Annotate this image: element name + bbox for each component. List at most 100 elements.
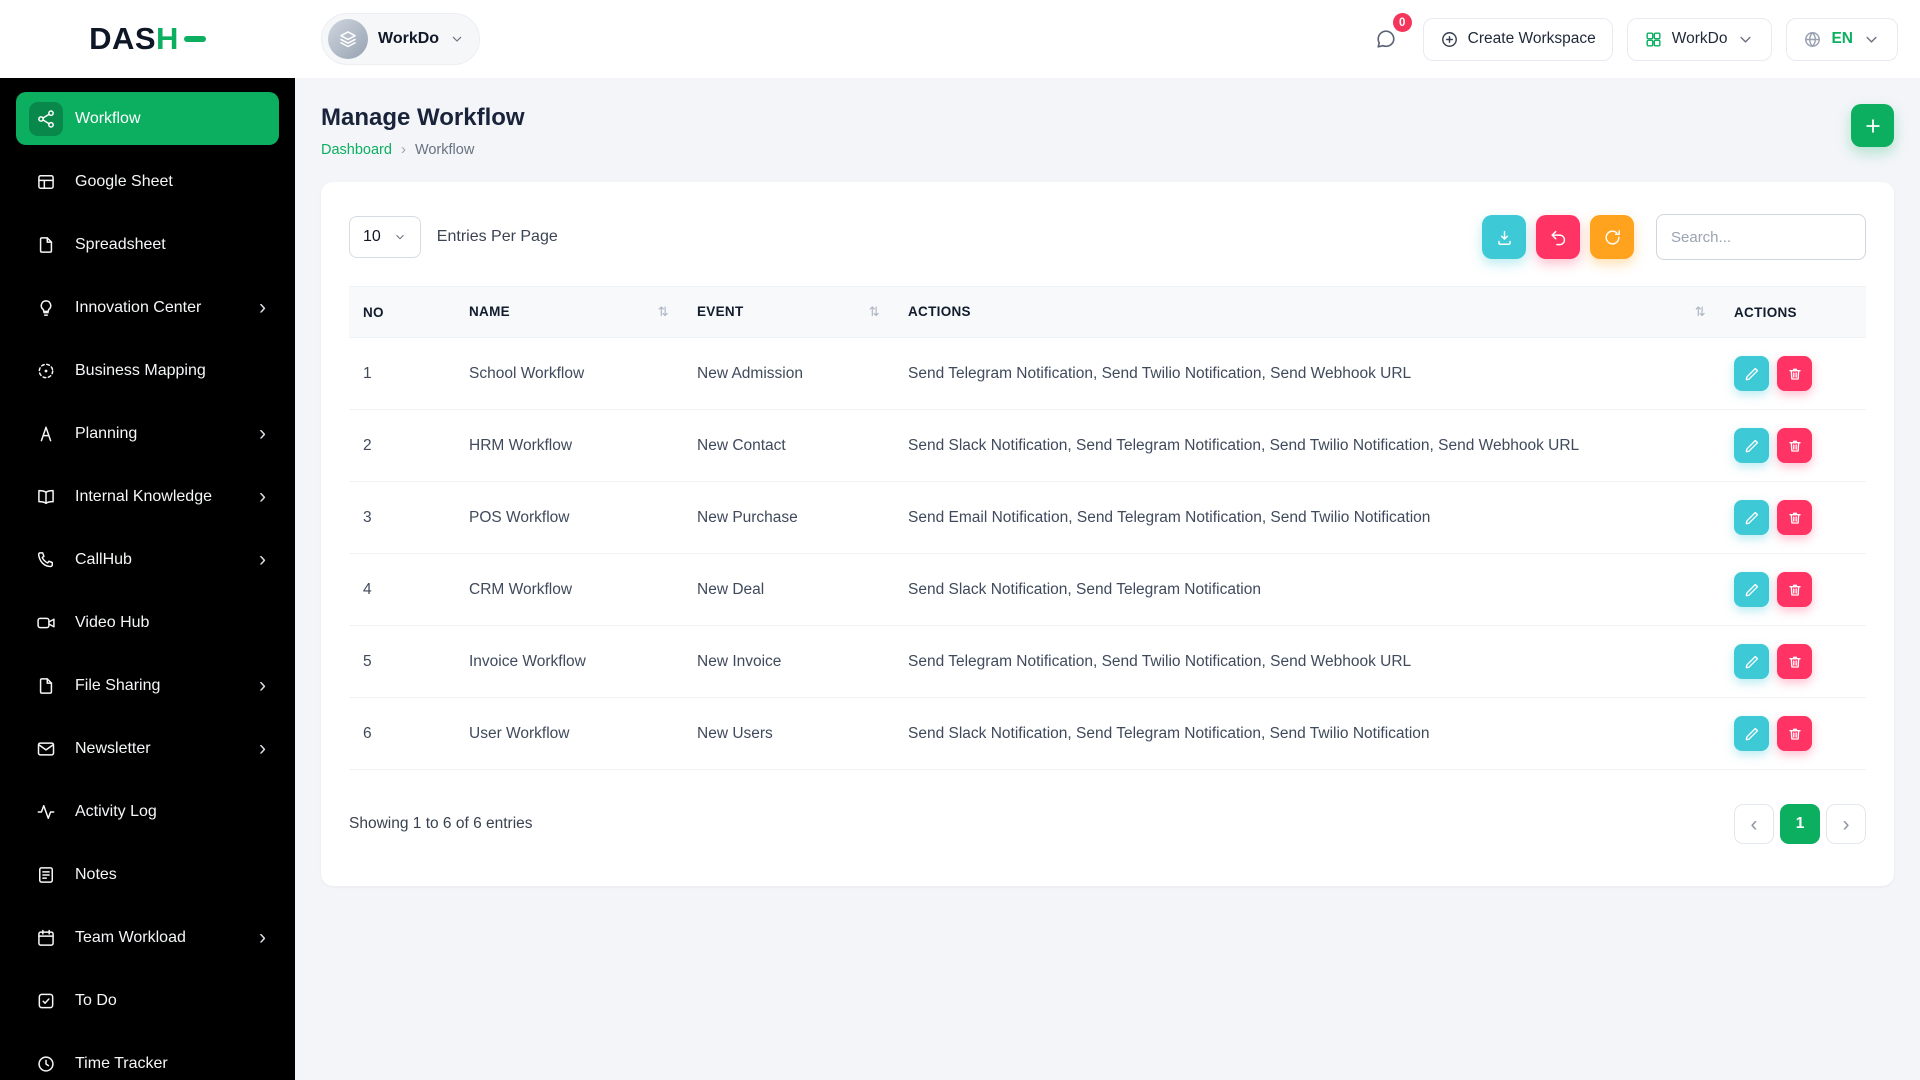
delete-button[interactable] xyxy=(1777,428,1812,463)
sidebar-item-notes[interactable]: Notes xyxy=(16,848,279,901)
delete-button[interactable] xyxy=(1777,356,1812,391)
topbar-actions: 0 Create Workspace WorkDo EN xyxy=(1363,16,1920,62)
cell-no: 6 xyxy=(349,698,455,770)
cell-no: 5 xyxy=(349,626,455,698)
trash-icon xyxy=(1787,582,1803,598)
sidebar-item-team-workload[interactable]: Team Workload › xyxy=(16,911,279,964)
chat-icon xyxy=(1375,28,1397,50)
sidebar-item-to-do[interactable]: To Do xyxy=(16,974,279,1027)
sidebar-item-planning[interactable]: Planning › xyxy=(16,407,279,460)
sidebar-item-activity-log[interactable]: Activity Log xyxy=(16,785,279,838)
workspace-selector[interactable]: WorkDo xyxy=(321,13,480,65)
delete-button[interactable] xyxy=(1777,572,1812,607)
sidebar-item-google-sheet[interactable]: Google Sheet xyxy=(16,155,279,208)
breadcrumb-current: Workflow xyxy=(415,142,474,158)
refresh-button[interactable] xyxy=(1590,215,1634,259)
pagination-page-1[interactable]: 1 xyxy=(1780,804,1820,844)
messages-badge: 0 xyxy=(1393,13,1412,32)
calendar-icon xyxy=(29,921,63,955)
create-workflow-button[interactable] xyxy=(1851,104,1894,147)
cell-actions: Send Email Notification, Send Telegram N… xyxy=(894,482,1720,554)
sort-icon[interactable]: ⇅ xyxy=(658,304,669,320)
cell-actions: Send Telegram Notification, Send Twilio … xyxy=(894,338,1720,410)
table-header-row: NO NAME⇅ EVENT⇅ ACTIONS⇅ ACTIONS xyxy=(349,287,1866,338)
pencil-icon xyxy=(1744,654,1760,670)
messages-button[interactable]: 0 xyxy=(1363,16,1409,62)
logo-text-accent: H xyxy=(156,21,179,57)
chevron-down-icon xyxy=(393,230,407,244)
cell-event: New Admission xyxy=(683,338,894,410)
entries-per-page-select[interactable]: 10 xyxy=(349,216,421,258)
header-actions[interactable]: ACTIONS⇅ xyxy=(894,287,1720,338)
clock-icon xyxy=(29,1047,63,1080)
globe-icon xyxy=(1803,30,1822,49)
edit-button[interactable] xyxy=(1734,716,1769,751)
chevron-right-icon: › xyxy=(259,486,266,507)
brand-logo[interactable]: DASH xyxy=(0,21,295,57)
edit-button[interactable] xyxy=(1734,644,1769,679)
sort-icon[interactable]: ⇅ xyxy=(869,304,880,320)
sidebar-item-innovation-center[interactable]: Innovation Center › xyxy=(16,281,279,334)
sidebar-item-spreadsheet[interactable]: Spreadsheet xyxy=(16,218,279,271)
sidebar-item-internal-knowledge[interactable]: Internal Knowledge › xyxy=(16,470,279,523)
delete-button[interactable] xyxy=(1777,500,1812,535)
chevron-right-icon: › xyxy=(401,141,406,158)
sidebar-item-newsletter[interactable]: Newsletter › xyxy=(16,722,279,775)
chevron-right-icon: › xyxy=(259,738,266,759)
header-no[interactable]: NO xyxy=(349,287,455,338)
edit-button[interactable] xyxy=(1734,500,1769,535)
cell-row-actions xyxy=(1720,554,1866,626)
language-selector[interactable]: EN xyxy=(1786,18,1898,61)
video-camera-icon xyxy=(29,606,63,640)
envelope-icon xyxy=(29,732,63,766)
cell-event: New Deal xyxy=(683,554,894,626)
table-row: 5 Invoice Workflow New Invoice Send Tele… xyxy=(349,626,1866,698)
sidebar-item-file-sharing[interactable]: File Sharing › xyxy=(16,659,279,712)
sidebar-item-callhub[interactable]: CallHub › xyxy=(16,533,279,586)
edit-button[interactable] xyxy=(1734,428,1769,463)
search-input[interactable] xyxy=(1656,214,1866,260)
breadcrumb-dashboard-link[interactable]: Dashboard xyxy=(321,142,392,158)
header-name[interactable]: NAME⇅ xyxy=(455,287,683,338)
cell-event: New Users xyxy=(683,698,894,770)
account-menu[interactable]: WorkDo xyxy=(1627,18,1773,61)
create-workspace-button[interactable]: Create Workspace xyxy=(1423,18,1613,61)
delete-button[interactable] xyxy=(1777,644,1812,679)
cell-no: 2 xyxy=(349,410,455,482)
language-code: EN xyxy=(1831,30,1853,48)
pagination-prev-button[interactable]: ‹ xyxy=(1734,804,1774,844)
workflow-table: NO NAME⇅ EVENT⇅ ACTIONS⇅ ACTIONS 1 Schoo… xyxy=(349,286,1866,770)
entries-per-page-label: Entries Per Page xyxy=(437,228,558,246)
sidebar-item-business-mapping[interactable]: Business Mapping xyxy=(16,344,279,397)
main-content: Manage Workflow Dashboard › Workflow 10 … xyxy=(295,78,1920,1080)
cell-row-actions xyxy=(1720,410,1866,482)
lightbulb-icon xyxy=(29,291,63,325)
edit-button[interactable] xyxy=(1734,356,1769,391)
reset-button[interactable] xyxy=(1536,215,1580,259)
trash-icon xyxy=(1787,726,1803,742)
create-workspace-label: Create Workspace xyxy=(1468,30,1596,48)
cell-no: 4 xyxy=(349,554,455,626)
cell-actions: Send Slack Notification, Send Telegram N… xyxy=(894,554,1720,626)
export-button[interactable] xyxy=(1482,215,1526,259)
header-event[interactable]: EVENT⇅ xyxy=(683,287,894,338)
pagination-next-button[interactable]: › xyxy=(1826,804,1866,844)
sidebar-item-video-hub[interactable]: Video Hub xyxy=(16,596,279,649)
logo-text: DAS xyxy=(89,21,156,57)
cell-actions: Send Slack Notification, Send Telegram N… xyxy=(894,410,1720,482)
edit-button[interactable] xyxy=(1734,572,1769,607)
trash-icon xyxy=(1787,510,1803,526)
delete-button[interactable] xyxy=(1777,716,1812,751)
file-icon xyxy=(29,669,63,703)
note-icon xyxy=(29,858,63,892)
cell-actions: Send Telegram Notification, Send Twilio … xyxy=(894,626,1720,698)
book-icon xyxy=(29,480,63,514)
chevron-right-icon: › xyxy=(259,297,266,318)
cell-name: CRM Workflow xyxy=(455,554,683,626)
grid-icon xyxy=(1644,30,1663,49)
sidebar-item-workflow[interactable]: Workflow xyxy=(16,92,279,145)
sidebar-item-time-tracker[interactable]: Time Tracker xyxy=(16,1037,279,1080)
chevron-right-icon: › xyxy=(259,549,266,570)
sort-icon[interactable]: ⇅ xyxy=(1695,304,1706,320)
chevron-right-icon: › xyxy=(259,423,266,444)
